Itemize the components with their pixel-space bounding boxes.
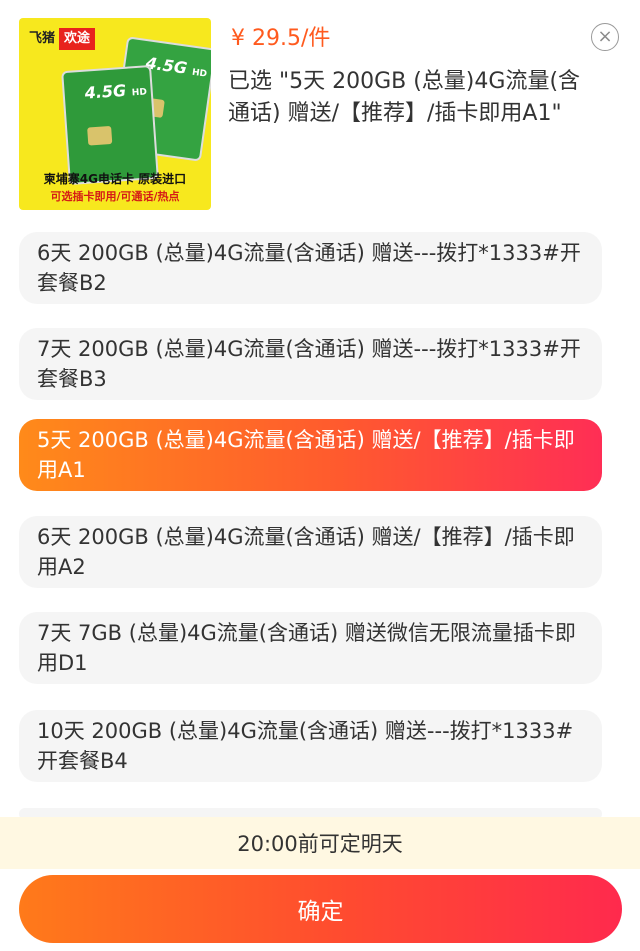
card-sub-label-front: HD [131,87,148,99]
thumbnail-subcaption: 可选插卡即用/可通话/热点 [50,190,180,203]
brand-badge-right: 欢途 [59,28,96,50]
variant-option-selected[interactable]: 5天 200GB (总量)4G流量(含通话) 赠送/【推荐】/插卡即用A1 [19,419,602,491]
variant-option-list: 6天 200GB (总量)4G流量(含通话) 赠送---拨打*1333#开套餐B… [0,232,640,817]
variant-option[interactable]: 6天 200GB (总量)4G流量(含通话) 赠送/【推荐】/插卡即用A2 [19,516,602,588]
brand-badge-left: 飞猪 [25,28,60,50]
card-sub-label: HD [191,67,208,80]
selected-variant-text: 已选 "5天 200GB (总量)4G流量(含通话) 赠送/【推荐】/插卡即用A… [228,69,581,126]
confirm-button[interactable]: 确定 [19,875,622,943]
brand-badge: 飞猪 欢途 [25,28,96,50]
close-icon[interactable]: × [591,23,619,51]
card-label-front: 4.5G [84,80,127,103]
variant-option-partial[interactable] [19,808,602,817]
variant-option[interactable]: 6天 200GB (总量)4G流量(含通话) 赠送---拨打*1333#开套餐B… [19,232,602,304]
thumbnail-caption: 柬埔寨4G电话卡 原装进口 [43,172,187,186]
variant-option[interactable]: 10天 200GB (总量)4G流量(含通话) 赠送---拨打*1333#开套餐… [19,710,602,782]
delivery-notice: 20:00前可定明天 [0,817,640,869]
sim-card-image-front: 4.5G HD [61,64,159,186]
sim-chip-icon-front [87,125,113,146]
product-thumbnail: 飞猪 欢途 4.5G HD 4.5G HD 柬埔寨4G电话卡 原装进口 可选插卡… [19,18,211,210]
product-price: ¥ 29.5/件 [231,26,331,51]
variant-option[interactable]: 7天 7GB (总量)4G流量(含通话) 赠送微信无限流量插卡即用D1 [19,612,602,684]
variant-option[interactable]: 7天 200GB (总量)4G流量(含通话) 赠送---拨打*1333#开套餐B… [19,328,602,400]
